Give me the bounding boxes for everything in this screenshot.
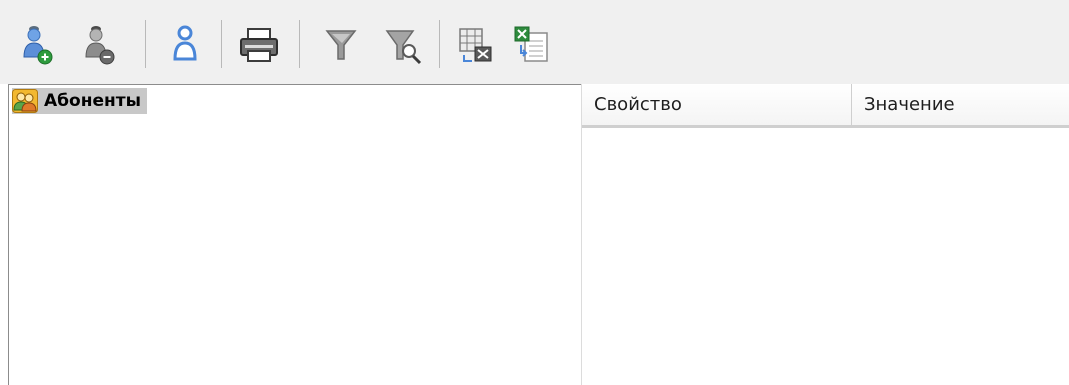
toolbar-separator — [299, 20, 300, 68]
export-excel-button[interactable] — [452, 18, 498, 72]
subscribers-window: Абоненты Свойство Значение — [0, 0, 1069, 385]
toolbar — [0, 0, 1069, 84]
filter-search-icon — [385, 30, 422, 65]
subscribers-tree[interactable]: Абоненты — [8, 84, 581, 385]
remove-user-icon — [85, 26, 115, 65]
tree-node-label: Абоненты — [44, 91, 141, 111]
printer-icon — [240, 28, 278, 62]
column-header-value[interactable]: Значение — [852, 84, 1069, 125]
property-grid[interactable]: Свойство Значение — [581, 84, 1069, 385]
print-button[interactable] — [236, 18, 282, 72]
user-properties-button[interactable] — [162, 18, 208, 72]
toolbar-separator — [145, 20, 146, 68]
tree-node-subscribers[interactable]: Абоненты — [12, 88, 147, 114]
remove-subscriber-button[interactable] — [76, 18, 122, 72]
property-grid-header: Свойство Значение — [582, 84, 1069, 128]
filter-icon — [325, 30, 357, 60]
subscribers-group-icon — [12, 89, 38, 113]
add-subscriber-button[interactable] — [14, 18, 60, 72]
column-header-property[interactable]: Свойство — [582, 84, 852, 125]
add-user-icon — [23, 26, 53, 65]
export-excel-icon — [459, 28, 492, 62]
import-excel-icon — [514, 26, 548, 62]
filter-button[interactable] — [318, 18, 364, 72]
toolbar-separator — [221, 20, 222, 68]
import-excel-button[interactable] — [508, 18, 554, 72]
user-icon — [173, 25, 197, 61]
toolbar-separator — [439, 20, 440, 68]
find-filter-button[interactable] — [382, 18, 428, 72]
